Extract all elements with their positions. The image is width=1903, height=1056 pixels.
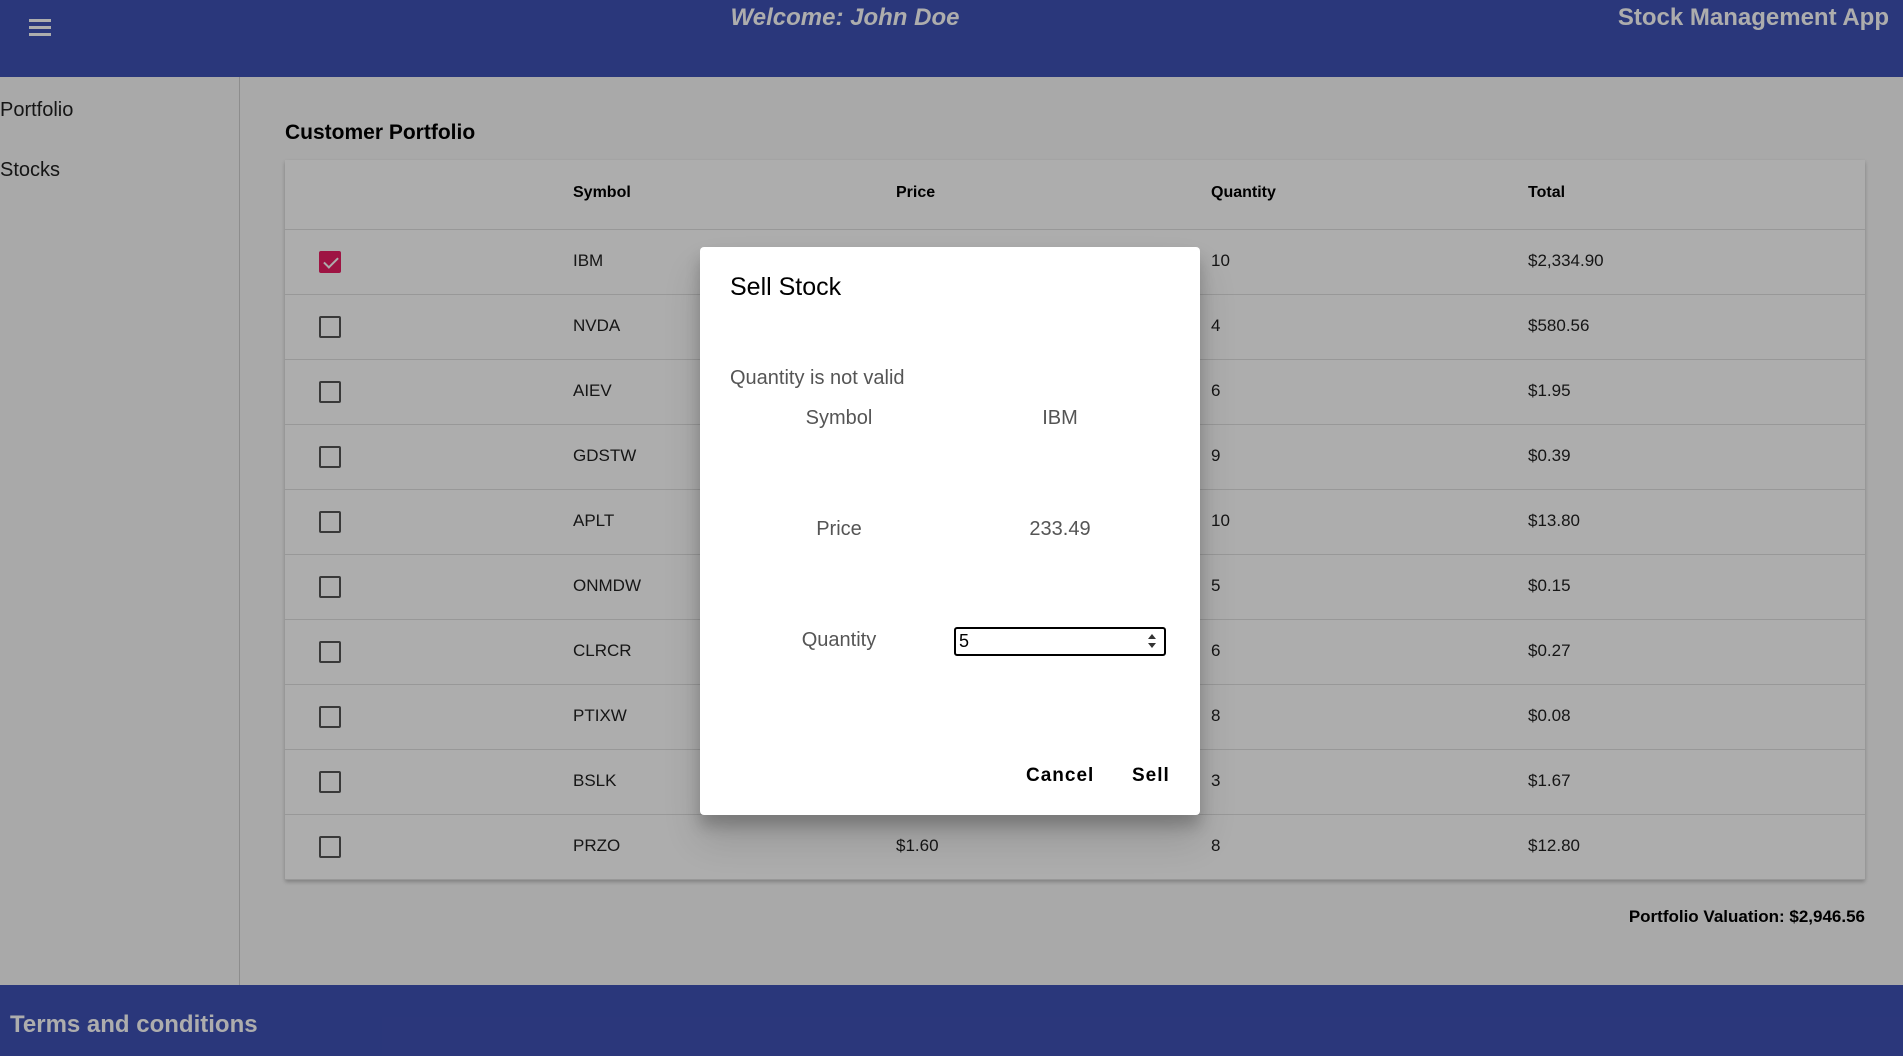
symbol-value: IBM (1042, 407, 1078, 429)
cancel-button[interactable]: Cancel (1026, 765, 1094, 787)
quantity-spinner-icon[interactable] (1146, 632, 1158, 652)
validation-error: Quantity is not valid (730, 367, 905, 389)
price-label: Price (816, 518, 862, 540)
sell-button[interactable]: Sell (1132, 765, 1170, 787)
price-value: 233.49 (1029, 518, 1091, 540)
sell-stock-dialog: Sell Stock Quantity is not valid Symbol … (700, 247, 1200, 815)
quantity-label: Quantity (801, 629, 877, 651)
dialog-title: Sell Stock (730, 273, 842, 301)
quantity-input[interactable] (954, 627, 1166, 656)
symbol-label: Symbol (805, 407, 873, 429)
